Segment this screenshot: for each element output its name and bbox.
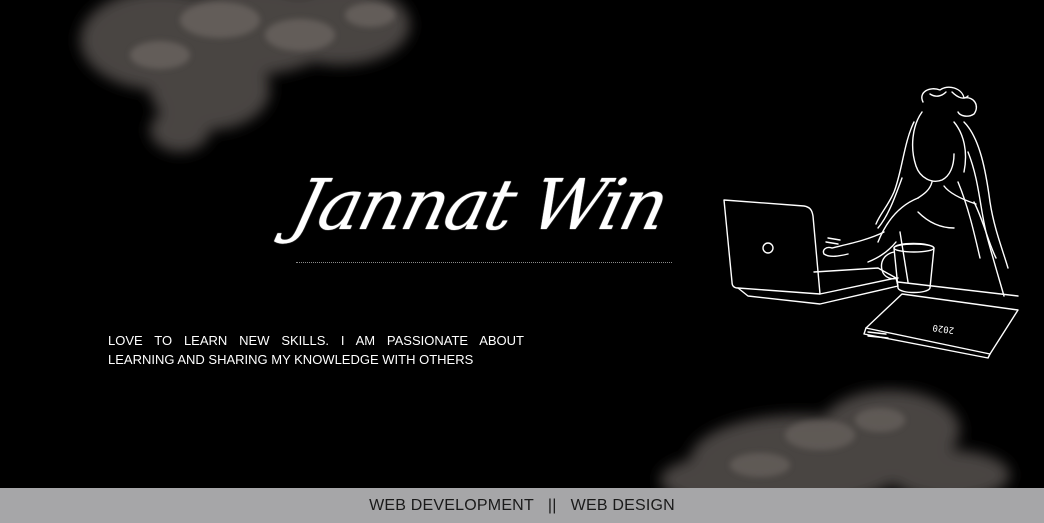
footer-bar: WEB DEVELOPMENT || WEB DESIGN [0,488,1044,523]
signature-divider [296,262,672,263]
portfolio-hero-page: Jannat Win LOVE TO LEARN NEW SKILLS. I A… [0,0,1044,523]
notebook-label: 2020 [932,322,955,335]
tagline: LOVE TO LEARN NEW SKILLS. I AM PASSIONAT… [108,331,524,369]
smoke-cloud-bottom [660,390,1010,500]
smoke-cloud-top [80,0,410,152]
footer-web-design[interactable]: WEB DESIGN [571,497,675,515]
person-laptop-illustration: 2020 [723,86,1019,359]
footer-separator: || [547,496,557,514]
tagline-line-2: LEARNING AND SHARING MY KNOWLEDGE WITH O… [108,352,474,367]
signature-name: Jannat Win [284,164,676,246]
footer-web-development[interactable]: WEB DEVELOPMENT [369,497,534,515]
tagline-line-1: LOVE TO LEARN NEW SKILLS. I AM PASSIONAT… [108,333,524,348]
